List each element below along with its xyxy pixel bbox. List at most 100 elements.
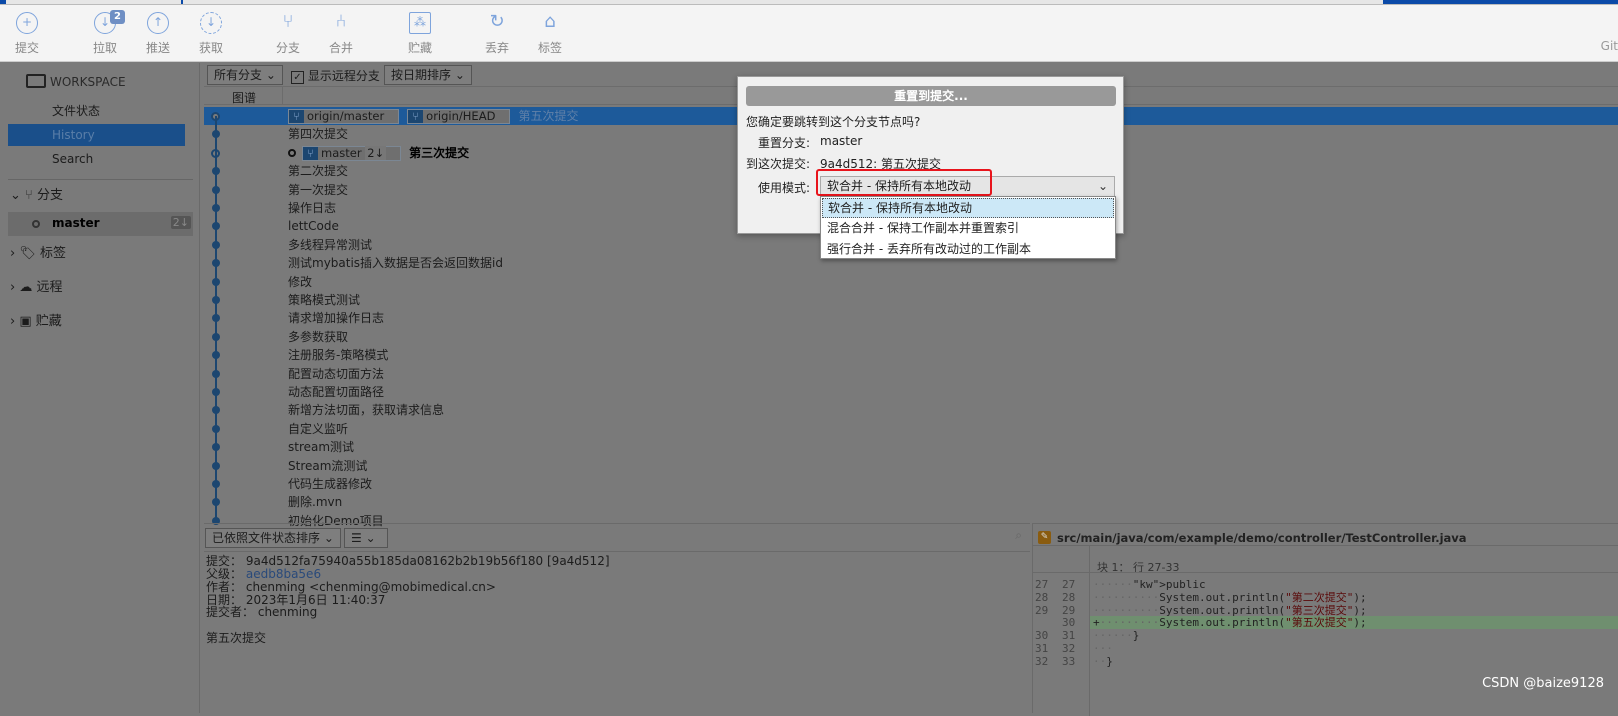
ref-tag[interactable]: ⑂ master 2↓	[302, 145, 402, 161]
commit-row[interactable]: 自定义监听	[204, 420, 1618, 438]
toolbar-label: 提交	[14, 41, 39, 55]
checkbox-checked-icon: ✓	[291, 71, 304, 84]
parent-link[interactable]: aedb8ba5e6	[246, 567, 321, 581]
view-mode-dropdown[interactable]: ☰ ⌄	[344, 528, 388, 548]
commit-message: 第五次提交	[206, 631, 267, 645]
branch-circle-icon	[32, 220, 40, 228]
show-remote-checkbox[interactable]: ✓ 显示远程分支	[291, 67, 380, 84]
commit-message: 第一次提交	[288, 182, 349, 197]
toolbar-label: 推送	[145, 41, 170, 55]
commit-message: 测试mybatis插入数据是否会返回数据id	[288, 256, 504, 271]
tag-icon: ⌂	[544, 11, 556, 32]
chevron-right-icon: ›	[10, 246, 20, 261]
commit-row[interactable]: 动态配置切面路径	[204, 383, 1618, 401]
toolbar-label: 标签	[537, 41, 562, 55]
commit-row[interactable]: 新增方法切面，获取请求信息	[204, 401, 1618, 419]
commit-row[interactable]: 多参数获取	[204, 328, 1618, 346]
commit-message: 多线程异常测试	[288, 237, 373, 252]
branch-icon: ⑂	[408, 110, 424, 123]
mode-option-hard[interactable]: 强行合并 - 丢弃所有改动过的工作副本	[822, 240, 1114, 260]
fetch-icon: ↓	[200, 12, 222, 34]
toolbar-pull-button[interactable]: ↓ 拉取 2	[80, 10, 130, 56]
commit-row[interactable]: 请求增加操作日志	[204, 309, 1618, 327]
commit-row[interactable]: 配置动态切面方法	[204, 365, 1618, 383]
search-icon[interactable]: ⌕	[1015, 528, 1022, 543]
highlight-box	[816, 169, 992, 196]
commit-message: 操作日志	[288, 201, 337, 215]
commit-message: 策略模式测试	[288, 293, 361, 307]
toolbar: + 提交 ↓ 拉取 2 ↑ 推送 ↓ 获取 ⑂ 分支 ⑃ 合并 ⁂ 贮藏 ↻ 丢弃 ⌂ 标签 Git	[0, 5, 1618, 62]
chevron-down-icon: ⌄	[1097, 179, 1108, 193]
commit-row[interactable]: 代码生成器修改	[204, 475, 1618, 493]
commit-row[interactable]: 策略模式测试	[204, 291, 1618, 309]
tags-section[interactable]: › 🏷 标签	[10, 244, 66, 264]
stashes-section[interactable]: › ▣ 贮藏	[10, 312, 62, 332]
commit-message: 新增方法切面，获取请求信息	[288, 403, 445, 418]
tag-icon: 🏷	[19, 246, 40, 261]
commit-row[interactable]: Stream流测试	[204, 457, 1618, 475]
toolbar-label: 分支	[275, 41, 300, 55]
mode-option-mixed[interactable]: 混合合并 - 保持工作副本并重置索引	[822, 219, 1114, 239]
branch-filter-dropdown[interactable]: 所有分支 ⌄	[207, 65, 283, 85]
toolbar-discard-button[interactable]: ↻ 丢弃	[472, 10, 522, 56]
commit-message: 第三次提交	[409, 145, 470, 160]
ref-tag[interactable]: ⑂ origin/master	[288, 109, 400, 124]
commit-message: 请求增加操作日志	[288, 311, 385, 326]
branch-name: master	[52, 216, 100, 230]
commit-message: 第五次提交	[518, 109, 579, 123]
head-circle-icon	[288, 149, 296, 158]
commit-message: Stream流测试	[288, 458, 368, 473]
commit-message: 删除.mvn	[288, 495, 343, 510]
merge-icon: ⑃	[335, 11, 347, 32]
graph-column-header[interactable]: 图谱	[232, 89, 256, 106]
commit-message: 自定义监听	[288, 421, 349, 436]
dialog-title: 重置到提交...	[746, 86, 1116, 106]
toolbar-plus-circle-button[interactable]: + 提交	[2, 10, 52, 56]
sort-dropdown[interactable]: 按日期排序 ⌄	[384, 65, 472, 85]
git-label: Git	[1600, 39, 1618, 53]
show-remote-label: 显示远程分支	[307, 69, 380, 83]
commit-message: 第四次提交	[288, 127, 349, 142]
branches-section[interactable]: ⌄ ⑂ 分支	[10, 186, 63, 206]
ref-tag[interactable]: ⑂ origin/HEAD	[407, 109, 511, 124]
toolbar-stash-button[interactable]: ⁂ 贮藏	[395, 10, 445, 56]
cloud-icon: ☁	[19, 280, 37, 295]
commit-row[interactable]: stream测试	[204, 438, 1618, 456]
reset-branch-label: 重置分支:	[758, 136, 811, 150]
divider	[8, 179, 193, 180]
file-sort-dropdown[interactable]: 已依照文件状态排序 ⌄	[205, 528, 341, 548]
commit-details-panel: 已依照文件状态排序 ⌄ ☰ ⌄ ⌕	[204, 523, 1030, 713]
commit-message: 多参数获取	[288, 329, 349, 344]
commit-row[interactable]: 修改	[204, 273, 1618, 291]
toolbar-fetch-button[interactable]: ↓ 获取	[186, 10, 236, 56]
mode-option-soft[interactable]: 软合并 - 保持所有本地改动	[822, 198, 1114, 218]
plus-circle-icon: +	[16, 12, 38, 34]
diff-file-path: src/main/java/com/example/demo/controlle…	[1057, 531, 1467, 545]
toolbar-tag-button[interactable]: ⌂ 标签	[525, 10, 575, 56]
mode-label: 使用模式:	[758, 181, 811, 195]
watermark: CSDN @baize9128	[1482, 676, 1604, 691]
reset-branch-value: master	[820, 134, 863, 148]
sidebar-item-history[interactable]: History	[8, 124, 185, 146]
toolbar-branch-button[interactable]: ⑂ 分支	[263, 10, 313, 56]
toolbar-push-button[interactable]: ↑ 推送	[133, 10, 183, 56]
monitor-icon	[26, 74, 46, 88]
toolbar-label: 丢弃	[484, 41, 509, 55]
sidebar-item-file-status[interactable]: 文件状态	[8, 100, 185, 122]
push-icon: ↑	[147, 12, 169, 34]
commit-row[interactable]: 注册服务-策略模式	[204, 346, 1618, 364]
toolbar-label: 拉取	[92, 41, 117, 55]
remotes-section[interactable]: › ☁ 远程	[10, 278, 63, 298]
branches-label: 分支	[36, 188, 63, 203]
stash-icon: ⁂	[409, 12, 431, 34]
sidebar-branch-master[interactable]: master 2↓	[8, 212, 193, 236]
sidebar-item-search[interactable]: Search	[8, 148, 185, 170]
chevron-right-icon: ›	[10, 280, 20, 295]
commit-row[interactable]: 删除.mvn	[204, 493, 1618, 511]
toolbar-merge-button[interactable]: ⑃ 合并	[316, 10, 366, 56]
toolbar-label: 贮藏	[407, 41, 432, 55]
pull-count-badge: 2	[110, 10, 125, 24]
toolbar-label: 获取	[198, 41, 223, 55]
branch-icon: ⑂	[303, 146, 318, 160]
mode-dropdown-list: 软合并 - 保持所有本地改动 混合合并 - 保持工作副本并重置索引 强行合并 -…	[820, 196, 1116, 259]
